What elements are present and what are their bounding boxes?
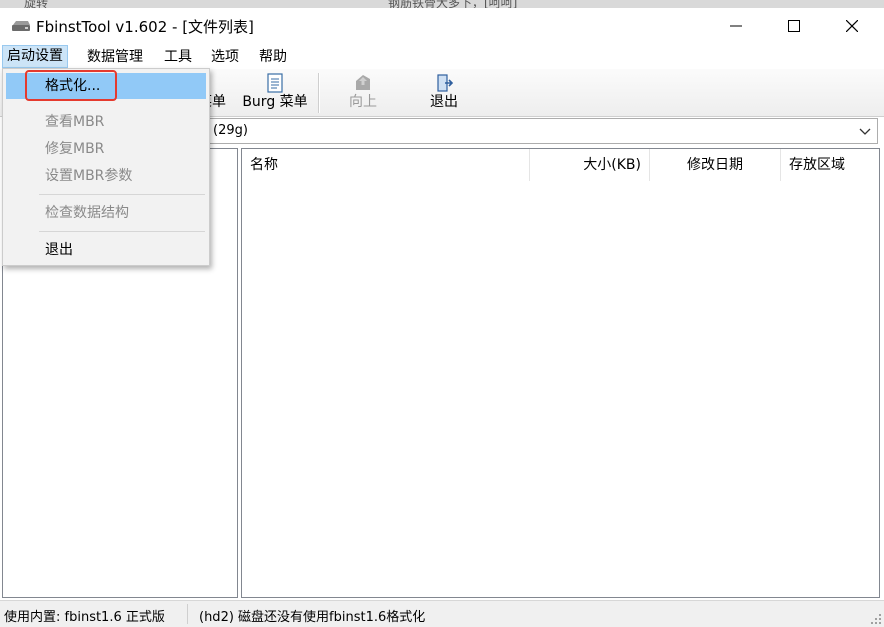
document-icon	[267, 73, 283, 93]
minimize-icon	[730, 25, 742, 27]
menu-boot-settings[interactable]: 启动设置	[2, 45, 68, 68]
menu-item-format-label: 格式化...	[45, 78, 101, 94]
close-button[interactable]	[823, 8, 881, 44]
menu-item-mbr-params: 设置MBR参数	[45, 168, 133, 184]
column-header-size[interactable]: 大小(KB)	[530, 149, 650, 181]
exit-button[interactable]: 退出	[424, 71, 464, 115]
boot-settings-dropdown: 格式化... 查看MBR 修复MBR 设置MBR参数 检查数据结构 退出	[2, 68, 210, 266]
exit-door-icon	[437, 74, 454, 92]
file-list-header: 名称 大小(KB) 修改日期 存放区域	[242, 149, 879, 181]
maximize-icon	[788, 20, 800, 32]
menu-item-fix-mbr: 修复MBR	[45, 141, 105, 157]
status-disk-message: (hd2) 磁盘还没有使用fbinst1.6格式化	[199, 610, 426, 625]
file-list-pane[interactable]: 名称 大小(KB) 修改日期 存放区域	[241, 148, 880, 598]
burg-menu-button[interactable]: Burg 菜单	[242, 71, 308, 115]
minimize-button[interactable]	[707, 8, 765, 44]
up-button[interactable]: 向上	[345, 71, 381, 115]
menu-item-check-structure: 检查数据结构	[45, 205, 129, 221]
up-label: 向上	[349, 94, 377, 110]
column-header-name[interactable]: 名称	[242, 149, 530, 181]
column-header-storage-area[interactable]: 存放区域	[781, 149, 879, 181]
menu-separator	[39, 231, 205, 232]
menu-bar: 启动设置 数据管理 工具 选项 帮助	[0, 44, 884, 69]
close-icon	[846, 20, 858, 32]
menu-data-management[interactable]: 数据管理	[83, 46, 147, 68]
chevron-down-icon	[859, 128, 871, 135]
resize-grip-icon[interactable]	[870, 613, 882, 625]
up-folder-icon	[356, 75, 370, 90]
menu-tools[interactable]: 工具	[160, 46, 196, 68]
background-snippet-left: 旋转	[24, 0, 49, 8]
maximize-button[interactable]	[765, 8, 823, 44]
disk-select-value: (29g)	[213, 123, 248, 138]
status-divider	[187, 604, 188, 624]
status-bar: 使用内置: fbinst1.6 正式版 (hd2) 磁盘还没有使用fbinst1…	[0, 600, 884, 627]
status-fbinst-version: 使用内置: fbinst1.6 正式版	[4, 610, 165, 625]
drive-icon	[12, 21, 30, 31]
window-title: FbinstTool v1.602 - [文件列表]	[36, 18, 254, 36]
menu-item-view-mbr: 查看MBR	[45, 114, 105, 130]
menu-separator	[39, 194, 205, 195]
menu-options[interactable]: 选项	[207, 46, 243, 68]
menu-item-exit[interactable]: 退出	[6, 237, 206, 263]
toolbar-separator	[318, 73, 320, 113]
burg-menu-label: Burg 菜单	[242, 94, 308, 110]
menu-help[interactable]: 帮助	[255, 46, 291, 68]
column-header-modified-date[interactable]: 修改日期	[650, 149, 781, 181]
background-snippet-middle: 钢筋铁骨大多下，[呵呵]	[388, 0, 518, 8]
exit-label: 退出	[430, 94, 458, 110]
desktop-background-strip: 旋转 钢筋铁骨大多下，[呵呵]	[0, 0, 884, 8]
title-bar: FbinstTool v1.602 - [文件列表]	[0, 8, 884, 45]
